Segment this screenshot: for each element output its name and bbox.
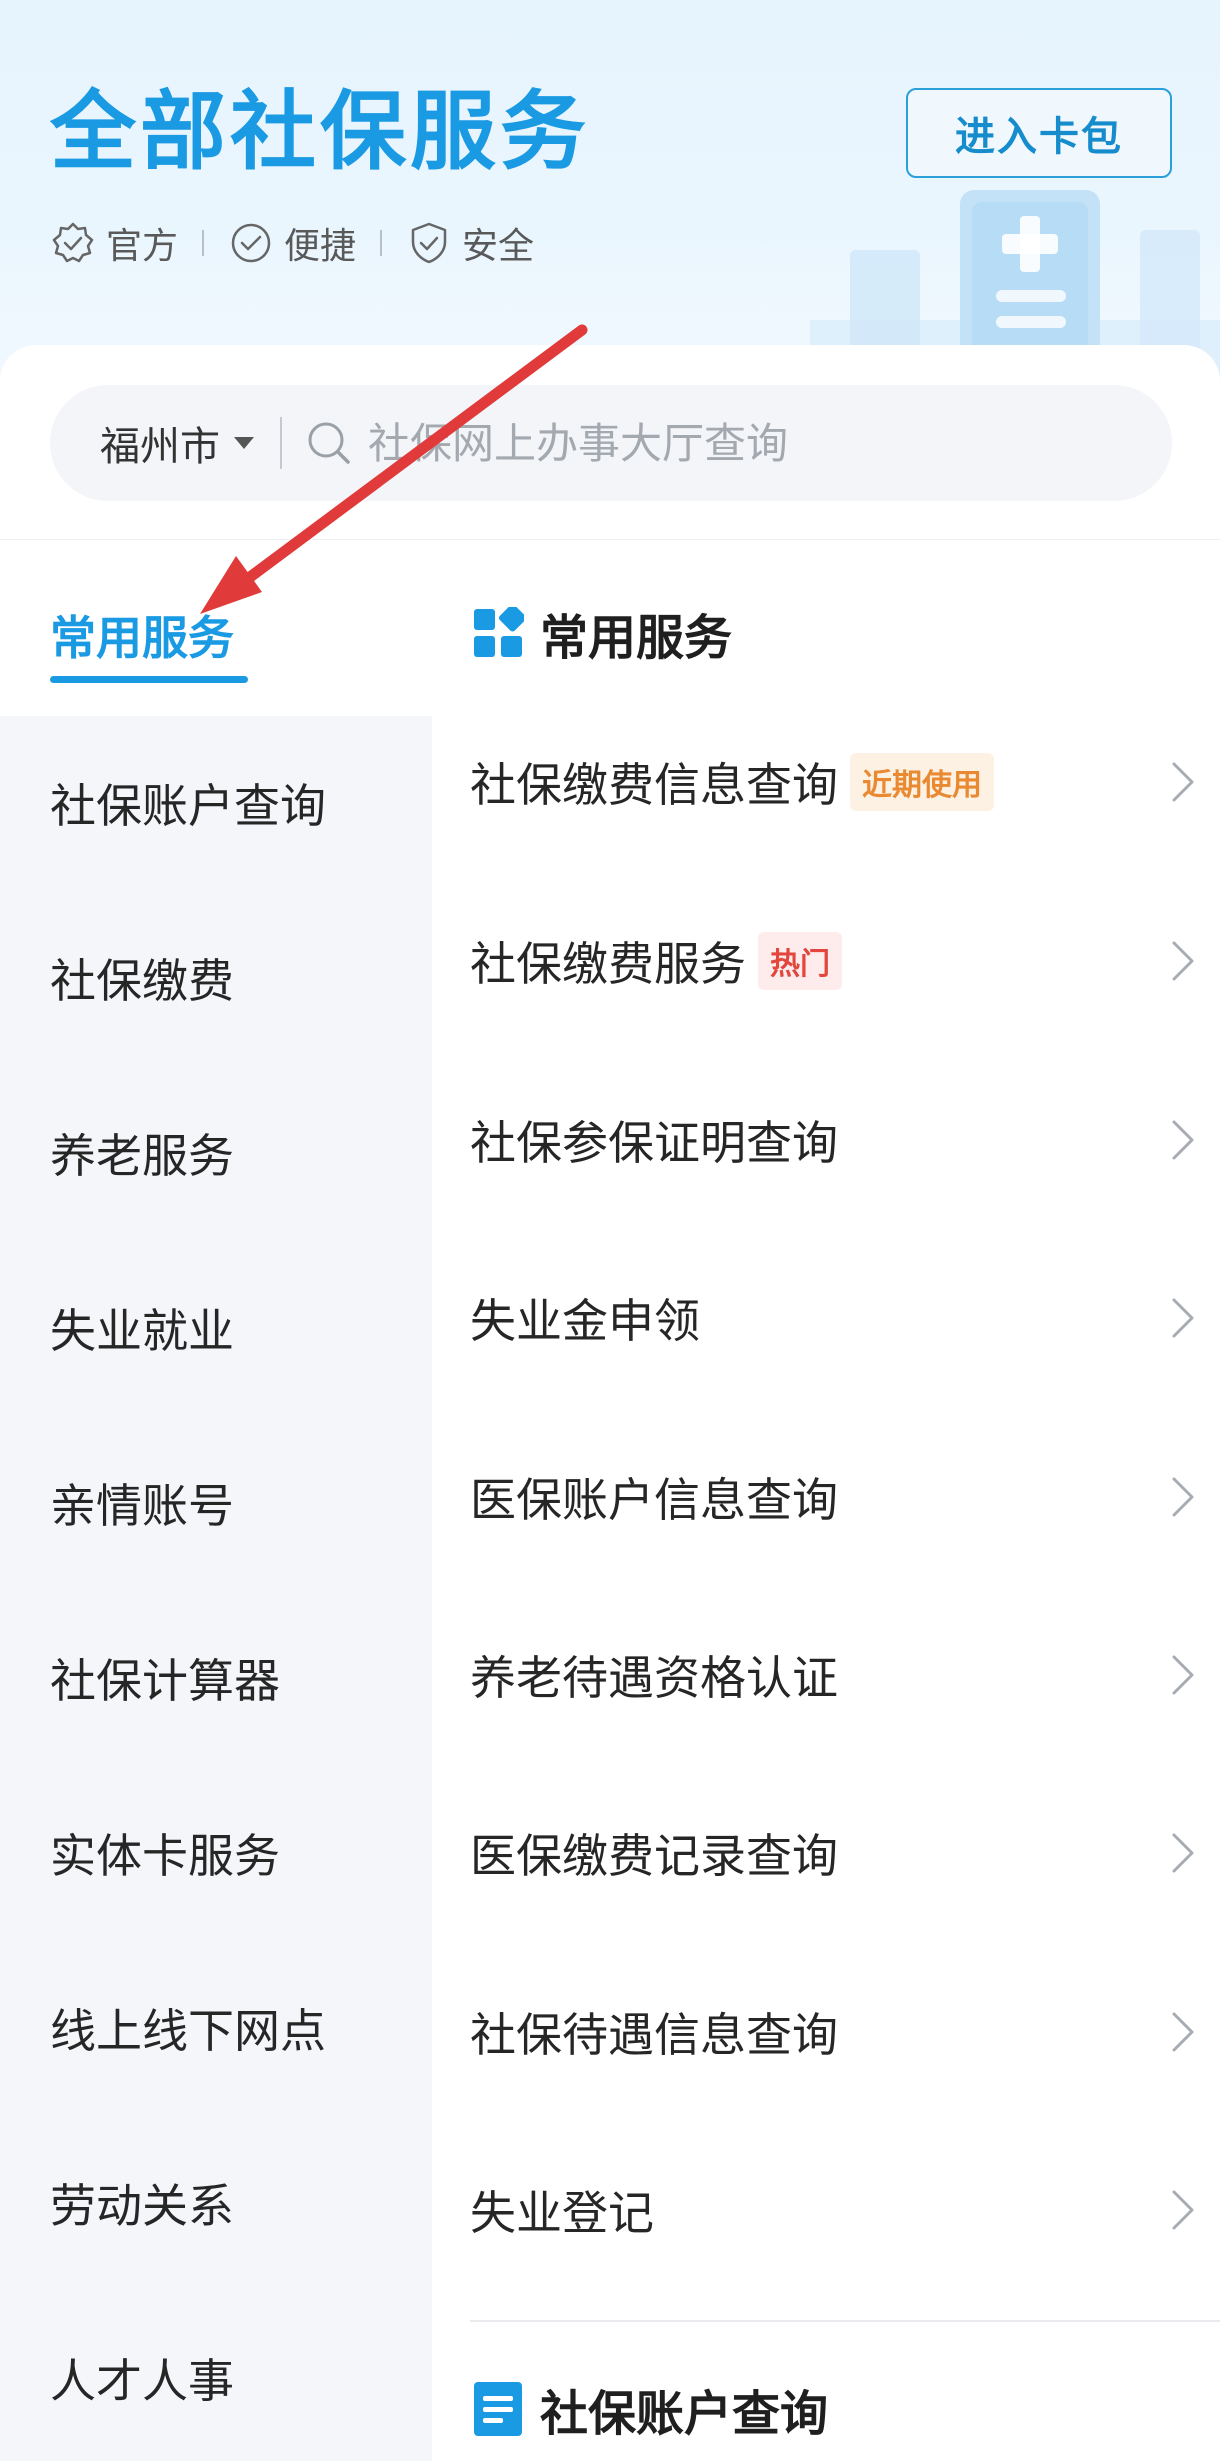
section-title: 社保账户查询	[540, 2386, 829, 2442]
sidebar-item-family-account[interactable]: 亲情账号	[50, 1476, 234, 1536]
sidebar-item-service-points[interactable]: 线上线下网点	[50, 2001, 326, 2061]
service-item[interactable]: 社保缴费信息查询 近期使用	[470, 742, 1220, 822]
document-list-icon	[474, 2382, 522, 2436]
page-title: 全部社保服务	[50, 82, 590, 182]
badge-label: 官方	[106, 226, 179, 267]
service-item[interactable]: 失业登记	[470, 2170, 1220, 2250]
active-indicator	[50, 676, 248, 683]
badge-convenient: 便捷	[228, 217, 356, 269]
service-label: 社保参保证明查询	[470, 1116, 838, 1170]
chevron-right-icon	[1172, 1833, 1194, 1873]
service-label: 养老待遇资格认证	[470, 1651, 838, 1705]
service-label: 失业登记	[470, 2186, 654, 2240]
chevron-right-icon	[1172, 1120, 1194, 1160]
chevron-right-icon	[1172, 2012, 1194, 2052]
sidebar-item-talent[interactable]: 人才人事	[50, 2351, 234, 2411]
sidebar-item-calculator[interactable]: 社保计算器	[50, 1651, 280, 1711]
caret-down-icon[interactable]	[234, 437, 254, 449]
service-item[interactable]: 医保账户信息查询	[470, 1457, 1220, 1537]
chevron-right-icon	[1172, 1477, 1194, 1517]
service-list: 常用服务 社保缴费信息查询 近期使用 社保缴费服务 热门 社保参保证明查询 失业…	[432, 540, 1220, 2461]
recent-use-tag: 近期使用	[850, 753, 994, 811]
sidebar-item-physical-card[interactable]: 实体卡服务	[50, 1826, 280, 1886]
service-item[interactable]: 社保待遇信息查询	[470, 1992, 1220, 2072]
grid-apps-icon	[474, 607, 524, 657]
city-selector[interactable]: 福州市	[100, 414, 220, 472]
service-item[interactable]: 失业金申领	[470, 1278, 1220, 1358]
service-item[interactable]: 社保缴费服务 热门	[470, 921, 1220, 1001]
section-divider	[470, 2320, 1220, 2322]
chevron-right-icon	[1172, 1298, 1194, 1338]
chevron-right-icon	[1172, 1655, 1194, 1695]
service-label: 医保缴费记录查询	[470, 1829, 838, 1883]
search-input[interactable]	[368, 418, 1068, 468]
verified-seal-icon	[52, 222, 94, 263]
hot-tag: 热门	[758, 932, 842, 990]
sidebar-item-payment[interactable]: 社保缴费	[50, 951, 234, 1011]
chevron-right-icon	[1172, 2190, 1194, 2230]
header-banner: 全部社保服务 官方 便捷 安全 进入卡包	[0, 0, 1220, 390]
badge-secure: 安全	[406, 217, 534, 269]
trust-badges: 官方 便捷 安全	[50, 218, 534, 268]
search-divider	[280, 417, 282, 469]
category-sidebar: 常用服务 社保账户查询 社保缴费 养老服务 失业就业 亲情账号 社保计算器 实体…	[0, 540, 432, 2461]
service-label: 医保账户信息查询	[470, 1473, 838, 1527]
badge-label: 安全	[462, 226, 535, 267]
search-icon	[308, 422, 350, 464]
sidebar-item-account-query[interactable]: 社保账户查询	[50, 776, 326, 836]
chevron-right-icon	[1172, 941, 1194, 981]
sidebar-item-pension[interactable]: 养老服务	[50, 1126, 234, 1186]
badge-divider	[380, 230, 383, 256]
badge-label: 便捷	[284, 226, 357, 267]
service-item[interactable]: 社保参保证明查询	[470, 1100, 1220, 1180]
sidebar-item-common-services[interactable]: 常用服务	[0, 540, 432, 716]
check-circle-icon	[231, 223, 271, 263]
badge-official: 官方	[50, 217, 178, 269]
enter-card-wallet-button[interactable]: 进入卡包	[906, 88, 1172, 178]
service-label: 社保缴费信息查询	[470, 758, 838, 812]
search-panel: 福州市	[0, 345, 1220, 540]
section-header: 社保账户查询	[472, 2374, 828, 2444]
search-bar: 福州市	[50, 385, 1172, 501]
service-item[interactable]: 医保缴费记录查询	[470, 1813, 1220, 1893]
sidebar-item-label: 常用服务	[50, 611, 234, 665]
service-label: 社保待遇信息查询	[470, 2008, 838, 2062]
chevron-right-icon	[1172, 762, 1194, 802]
sidebar-item-employment[interactable]: 失业就业	[50, 1301, 234, 1361]
service-label: 失业金申领	[470, 1294, 700, 1348]
section-header: 常用服务	[472, 598, 732, 668]
badge-divider	[202, 230, 205, 256]
shield-check-icon	[411, 222, 447, 264]
service-label: 社保缴费服务	[470, 937, 746, 991]
service-item[interactable]: 养老待遇资格认证	[470, 1635, 1220, 1715]
sidebar-item-labor-relations[interactable]: 劳动关系	[50, 2176, 234, 2236]
section-title: 常用服务	[540, 610, 733, 666]
